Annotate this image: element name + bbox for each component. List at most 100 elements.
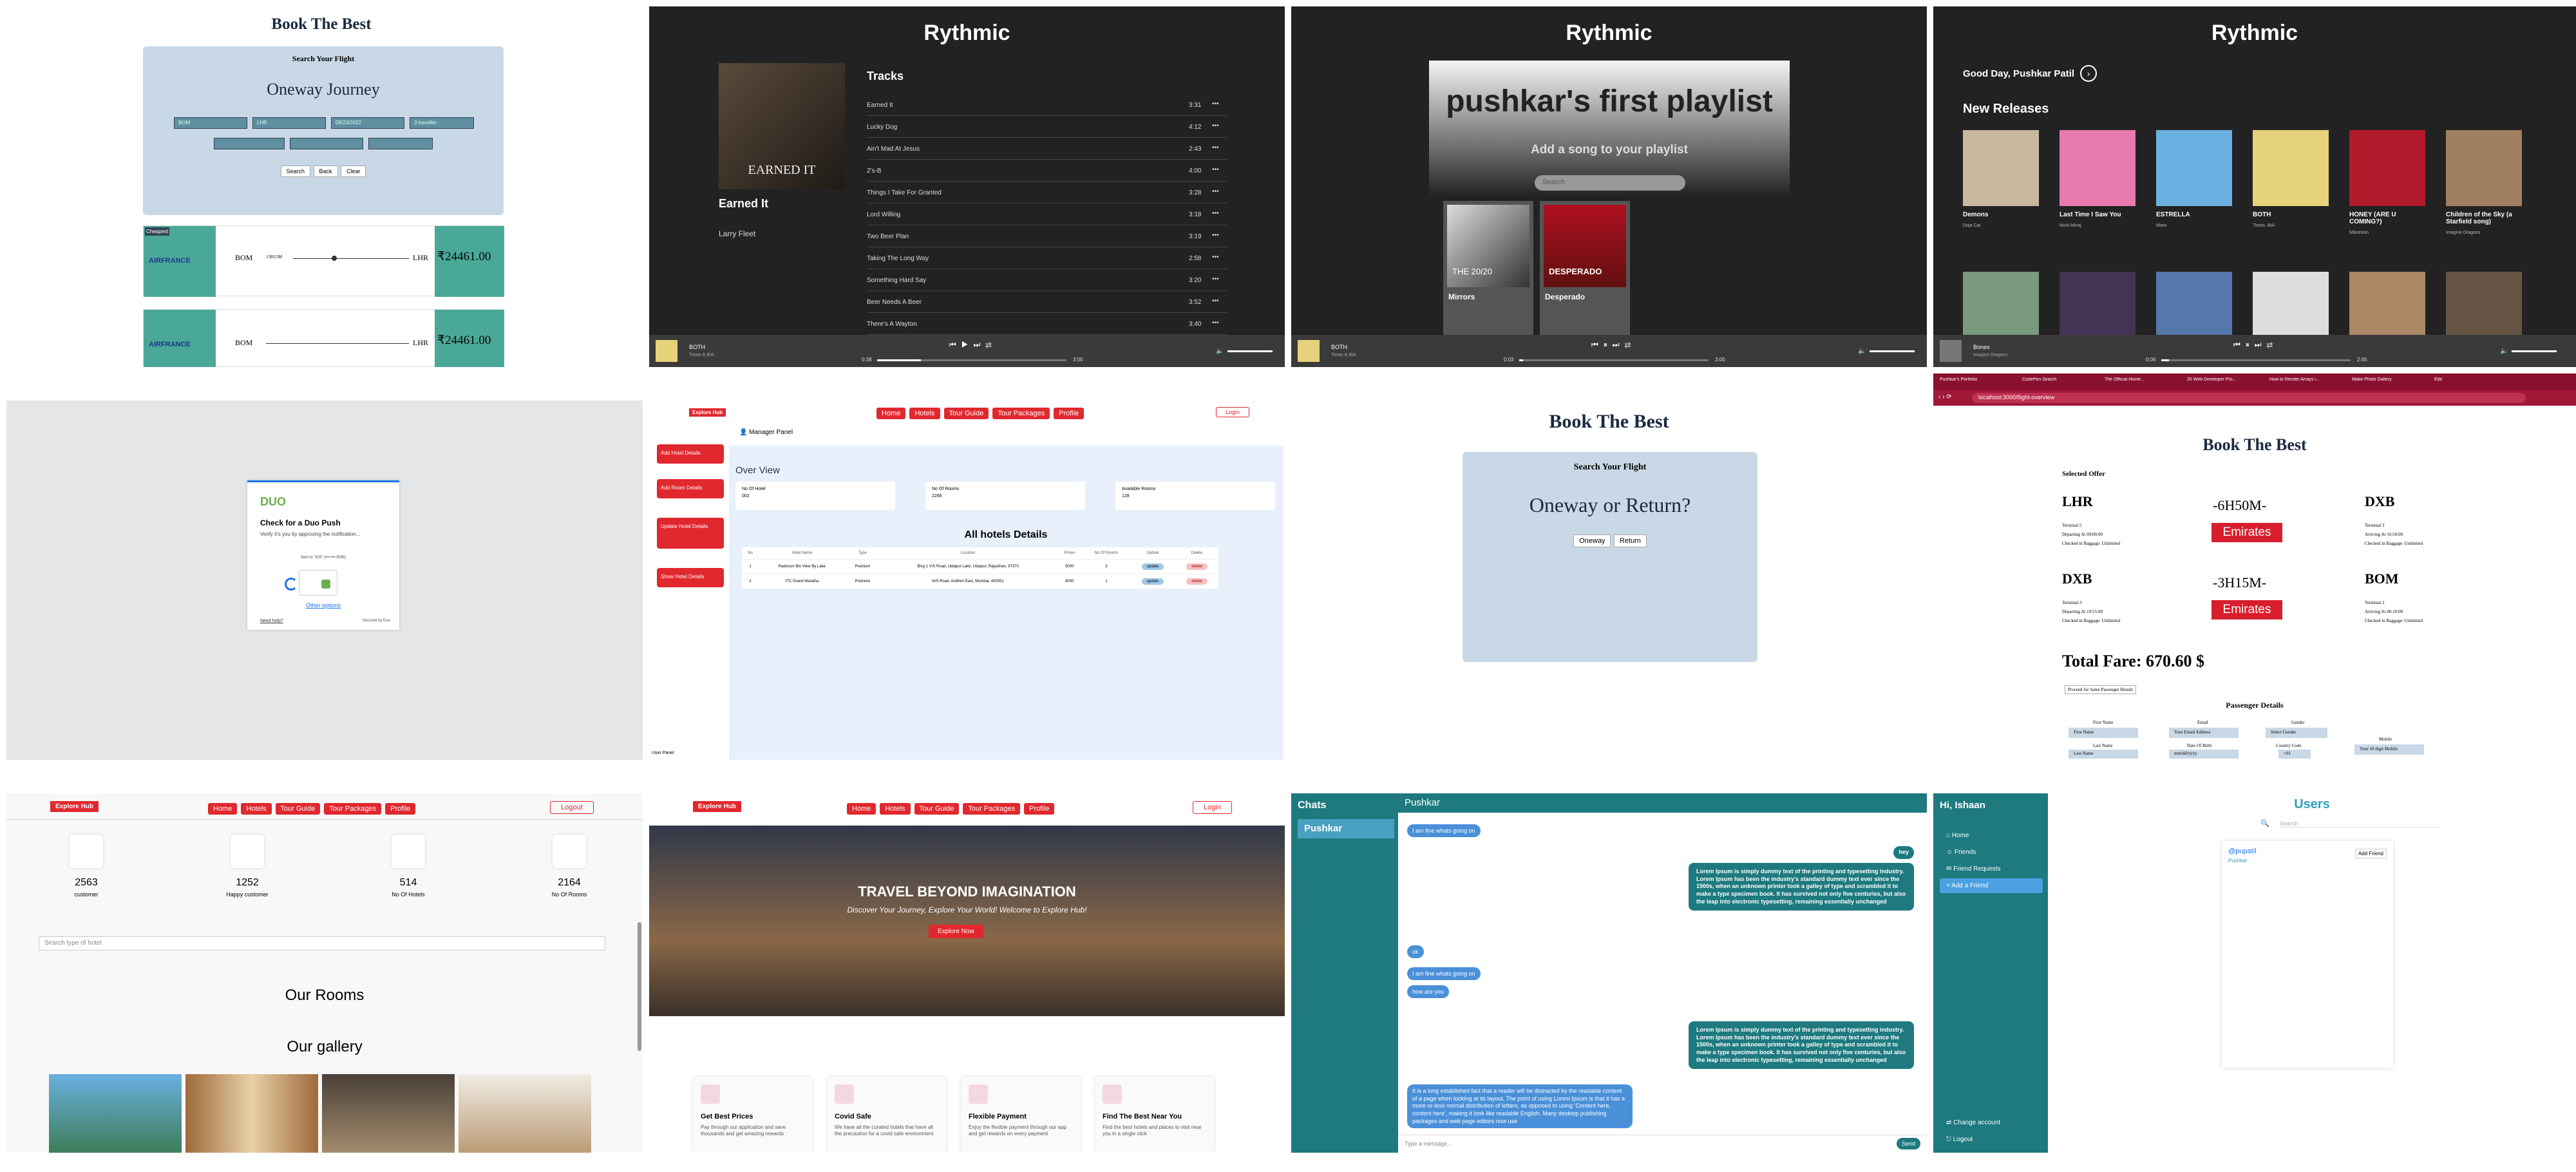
volume-slider[interactable] bbox=[1870, 350, 1915, 352]
add-room-button[interactable]: Add Room Details bbox=[657, 479, 724, 498]
from-input[interactable]: BOM bbox=[174, 117, 247, 129]
friends-link[interactable]: ☺ Friends bbox=[1940, 845, 2043, 860]
update-hotel-button[interactable]: Update Hotel Details bbox=[657, 518, 724, 549]
return-input[interactable] bbox=[214, 138, 285, 149]
nav-item[interactable]: Tour Packages bbox=[963, 803, 1021, 815]
add-friend-link[interactable]: + Add a Friend bbox=[1940, 878, 2043, 893]
browser-tab[interactable]: 20 Web Developer Pro... bbox=[2187, 377, 2264, 382]
date-input[interactable]: 09/23/2022 bbox=[331, 117, 404, 129]
nav-item[interactable]: Tour Guide bbox=[943, 408, 989, 419]
clear-button[interactable]: Clear bbox=[340, 165, 366, 177]
gallery-image[interactable] bbox=[322, 1074, 455, 1153]
logout-link[interactable]: ⎋ Logout bbox=[1940, 1132, 2043, 1147]
browser-tab[interactable]: How to Render Arrays i... bbox=[2269, 377, 2347, 382]
search-button[interactable]: Search bbox=[280, 165, 311, 177]
release-card[interactable]: Demons Doja Cat bbox=[1963, 130, 2043, 228]
more-icon[interactable]: ••• bbox=[1212, 254, 1219, 261]
user-search-input[interactable]: Search bbox=[2280, 820, 2441, 827]
release-card[interactable]: ESTRELLA Mora bbox=[2156, 130, 2236, 228]
track-row[interactable]: Two Beer Plan 3:19 ••• bbox=[867, 225, 1227, 247]
release-card[interactable]: BOTH Tiesto, BIA bbox=[2253, 130, 2333, 228]
last-name-input[interactable]: Last Name bbox=[2069, 750, 2138, 759]
to-input[interactable]: LHR bbox=[252, 117, 326, 129]
delete-button[interactable]: delete bbox=[1186, 578, 1208, 585]
more-icon[interactable]: ••• bbox=[1212, 298, 1219, 305]
email-input[interactable]: Your Email Address bbox=[2169, 728, 2239, 738]
more-icon[interactable]: ••• bbox=[1212, 122, 1219, 129]
volume-slider[interactable] bbox=[1227, 350, 1273, 352]
nav-item[interactable]: Home bbox=[208, 803, 238, 815]
more-icon[interactable]: ••• bbox=[1212, 210, 1219, 217]
back-button[interactable]: Back bbox=[313, 165, 338, 177]
explore-now-button[interactable]: Explore Now bbox=[929, 925, 983, 938]
release-cover[interactable] bbox=[2253, 272, 2329, 336]
song-card[interactable]: THE 20/20 Mirrors bbox=[1443, 201, 1533, 336]
more-icon[interactable]: ••• bbox=[1212, 100, 1219, 108]
gallery-image[interactable] bbox=[185, 1074, 318, 1153]
gallery-image[interactable] bbox=[459, 1074, 591, 1153]
browser-tab[interactable]: Pushkar's Portfolio bbox=[1940, 377, 2017, 382]
dob-input[interactable]: mm/dd/yyyy bbox=[2169, 750, 2239, 759]
send-button[interactable]: Send bbox=[1896, 1138, 1920, 1149]
volume-icon[interactable]: 🔈 bbox=[2500, 348, 2508, 355]
country-code-input[interactable]: +91 bbox=[2278, 750, 2311, 759]
release-card[interactable]: Last Time I Saw You Nicki Minaj bbox=[2060, 130, 2139, 228]
scrollbar[interactable] bbox=[638, 922, 641, 1051]
playback-controls[interactable]: ⏮⏸⏭⇄ bbox=[1591, 340, 1636, 350]
update-button[interactable]: update bbox=[1141, 563, 1164, 570]
track-row[interactable]: Lord Willing 3:18 ••• bbox=[867, 203, 1227, 225]
release-card[interactable]: Children of the Sky (a Starfield song) Im… bbox=[2446, 130, 2526, 235]
track-row[interactable]: Earned It 3:31 ••• bbox=[867, 94, 1227, 116]
nav-item[interactable]: Hotels bbox=[880, 803, 911, 815]
friend-requests-link[interactable]: ✉ Friend Requests bbox=[1940, 862, 2043, 876]
track-row[interactable]: Beer Needs A Beer 3:52 ••• bbox=[867, 291, 1227, 313]
browser-tab[interactable]: Edit bbox=[2434, 377, 2512, 382]
user-panel-link[interactable]: User Panel bbox=[652, 751, 674, 755]
flight-result-card[interactable]: Cheapest AIRFRANCE BOM 13H15M LHR ₹24461… bbox=[143, 225, 504, 297]
gender-select[interactable]: Select Gender bbox=[2266, 728, 2327, 738]
nav-item[interactable]: Tour Packages bbox=[992, 408, 1050, 419]
browser-tab[interactable]: Make Photo Gallery bbox=[2352, 377, 2429, 382]
progress-bar[interactable] bbox=[2161, 359, 2351, 361]
other-options-link[interactable]: Other options bbox=[247, 602, 399, 609]
more-icon[interactable]: ••• bbox=[1212, 319, 1219, 326]
nav-item[interactable]: Tour Guide bbox=[914, 803, 960, 815]
volume-icon[interactable]: 🔈 bbox=[1216, 348, 1224, 355]
logout-button[interactable]: Logout bbox=[550, 801, 594, 814]
release-card[interactable]: HONEY (ARE U COMING?) Måneskin bbox=[2349, 130, 2429, 235]
user-handle[interactable]: @pupatil bbox=[2228, 847, 2257, 855]
more-icon[interactable]: ••• bbox=[1212, 232, 1219, 239]
nav-item[interactable]: Hotels bbox=[241, 803, 272, 815]
more-icon[interactable]: ••• bbox=[1212, 188, 1219, 195]
message-input[interactable]: Type a message... bbox=[1405, 1140, 1452, 1147]
class-input[interactable] bbox=[290, 138, 363, 149]
hotel-search-input[interactable]: Search type of hotel bbox=[39, 936, 605, 950]
track-row[interactable]: There's A Wayton 3:40 ••• bbox=[867, 313, 1227, 335]
nav-item[interactable]: Profile bbox=[1054, 408, 1084, 419]
nav-item[interactable]: Profile bbox=[1024, 803, 1055, 815]
song-search-input[interactable]: Search bbox=[1535, 175, 1685, 191]
playback-controls[interactable]: ⏮⏸⏭⇄ bbox=[2233, 340, 2278, 350]
track-row[interactable]: 2's-B 4:00 ••• bbox=[867, 160, 1227, 182]
release-cover[interactable] bbox=[2446, 272, 2522, 336]
nav-arrows-icon[interactable]: ‹ › ⟳ bbox=[1938, 393, 1952, 401]
change-account-link[interactable]: ⇄ Change account bbox=[1940, 1115, 2043, 1130]
nav-item[interactable]: Profile bbox=[385, 803, 416, 815]
release-cover[interactable] bbox=[2156, 272, 2232, 336]
browser-tab[interactable]: The Official Home... bbox=[2105, 377, 2182, 382]
proceed-button[interactable]: Proceed for Same Passenger Details bbox=[2065, 685, 2137, 694]
brand-logo[interactable]: Explore Hub bbox=[689, 408, 726, 417]
progress-bar[interactable] bbox=[877, 359, 1066, 361]
oneway-button[interactable]: Oneway bbox=[1573, 534, 1611, 547]
traveller-select[interactable]: 3 traveller bbox=[410, 117, 474, 129]
mobile-input[interactable]: Your 10 digit Mobile bbox=[2354, 744, 2424, 755]
nav-item[interactable]: Home bbox=[847, 803, 876, 815]
brand-logo[interactable]: Explore Hub bbox=[50, 801, 99, 812]
login-button[interactable]: Login bbox=[1193, 801, 1232, 814]
need-help-link[interactable]: Need help? bbox=[260, 619, 283, 623]
flight-result-card[interactable]: AIRFRANCE BOM LHR ₹24461.00 bbox=[143, 309, 504, 367]
release-cover[interactable] bbox=[2060, 272, 2136, 336]
url-field[interactable]: localhost:3000/flight-overview bbox=[1972, 393, 2526, 403]
nav-item[interactable]: Tour Packages bbox=[324, 803, 382, 815]
more-icon[interactable]: ••• bbox=[1212, 144, 1219, 151]
